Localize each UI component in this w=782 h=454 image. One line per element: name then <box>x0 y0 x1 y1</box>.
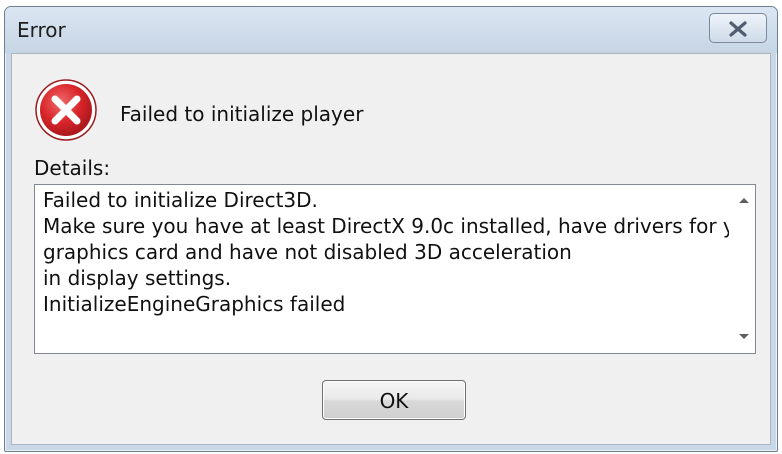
error-icon <box>35 79 97 141</box>
scroll-down-button[interactable] <box>733 327 755 347</box>
scroll-up-arrow-icon <box>739 198 749 203</box>
error-message: Failed to initialize player <box>120 102 364 126</box>
ok-button[interactable]: OK <box>322 380 466 420</box>
details-textbox[interactable]: Failed to initialize Direct3D. Make sure… <box>34 184 756 354</box>
window-title: Error <box>17 18 66 42</box>
error-dialog: Error Failed to initialize player Detail… <box>4 6 778 452</box>
details-line: Failed to initialize Direct3D. <box>43 188 318 212</box>
details-line: Make sure you have at least DirectX 9.0c… <box>43 214 729 238</box>
title-bar[interactable]: Error <box>5 7 777 53</box>
details-scrollbar[interactable] <box>733 185 755 353</box>
details-label: Details: <box>34 156 111 180</box>
details-line: graphics card and have not disabled 3D a… <box>43 240 572 264</box>
close-icon <box>729 21 747 37</box>
scroll-down-arrow-icon <box>739 334 749 339</box>
details-line: InitializeEngineGraphics failed <box>43 292 346 316</box>
scroll-up-button[interactable] <box>733 191 755 211</box>
dialog-body: Failed to initialize player Details: Fai… <box>11 53 771 445</box>
details-line: in display settings. <box>43 266 232 290</box>
close-button[interactable] <box>709 13 767 43</box>
details-text[interactable]: Failed to initialize Direct3D. Make sure… <box>43 187 729 351</box>
